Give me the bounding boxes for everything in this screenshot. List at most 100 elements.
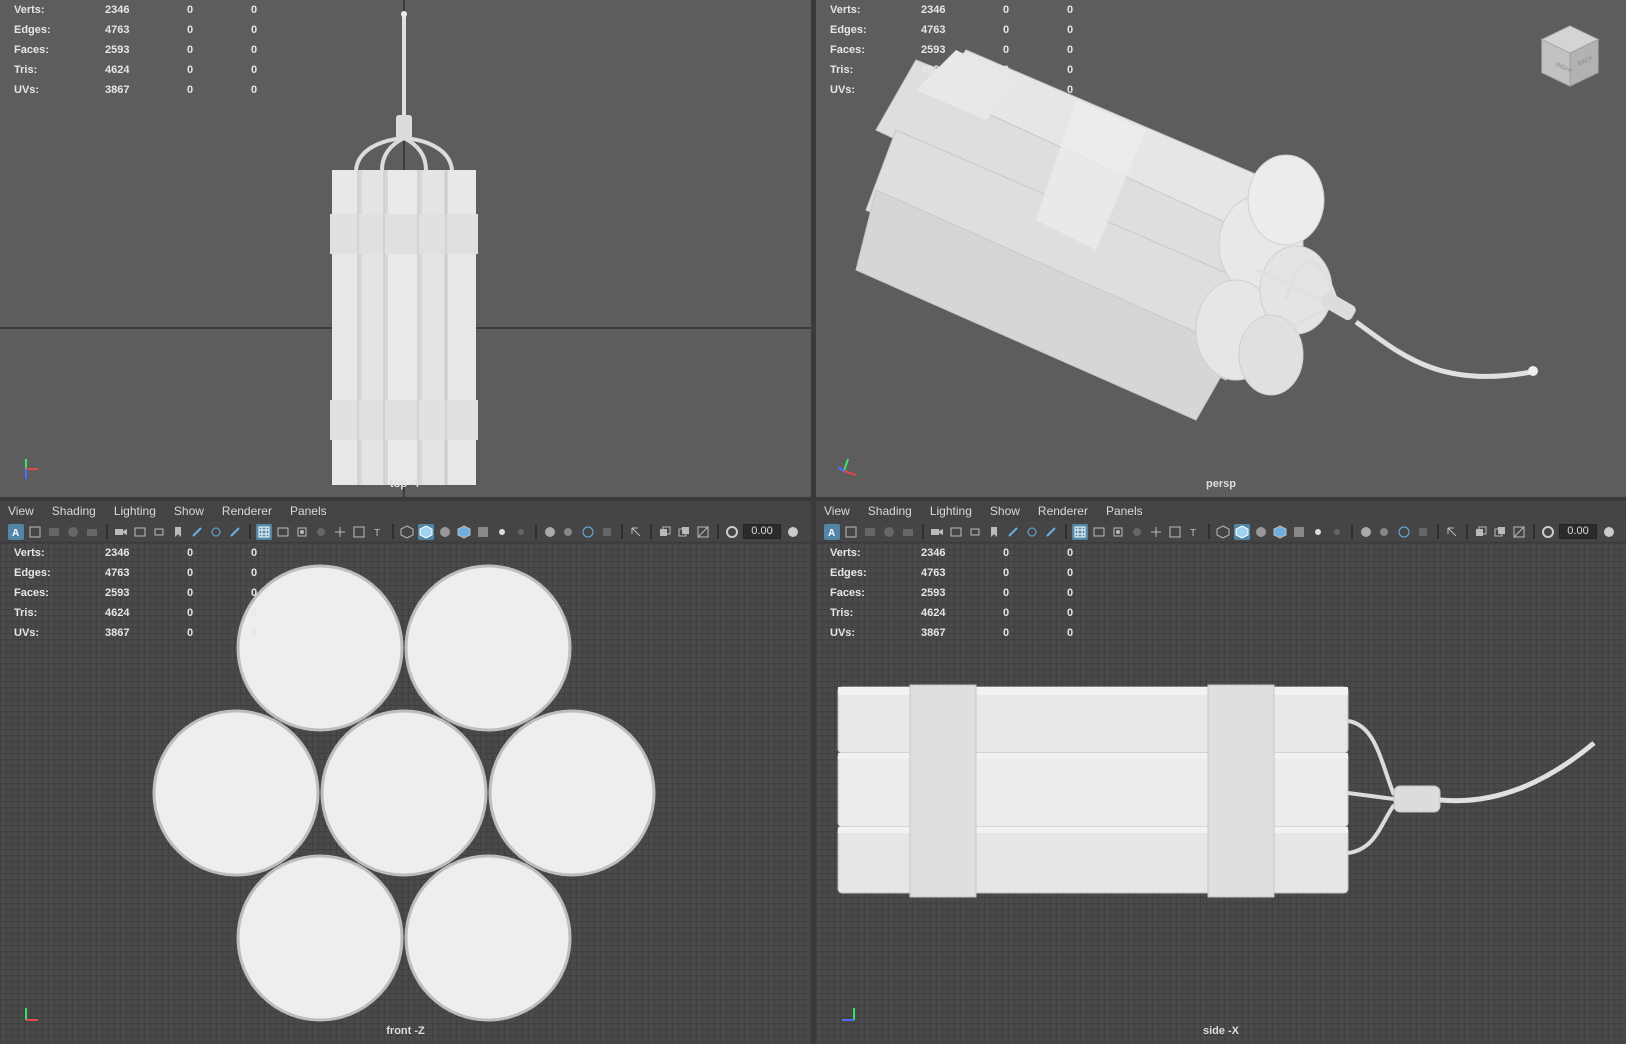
- exposure-icon[interactable]: [724, 524, 740, 540]
- text-overlay-icon[interactable]: T: [370, 524, 386, 540]
- image-plane-icon[interactable]: [881, 524, 897, 540]
- field-chart-icon[interactable]: [275, 524, 291, 540]
- motion-blur-icon[interactable]: [561, 524, 577, 540]
- xray-joints-icon[interactable]: [676, 524, 692, 540]
- menu-renderer[interactable]: Renderer: [222, 504, 272, 518]
- exposure-icon[interactable]: [1540, 524, 1556, 540]
- bookmark-icon[interactable]: [170, 524, 186, 540]
- frame-all-icon[interactable]: [351, 524, 367, 540]
- two-d-pan-icon[interactable]: [900, 524, 916, 540]
- menu-view[interactable]: View: [824, 504, 850, 518]
- safe-action-icon[interactable]: [1024, 524, 1040, 540]
- menu-lighting[interactable]: Lighting: [930, 504, 972, 518]
- menu-show[interactable]: Show: [990, 504, 1020, 518]
- grease-pencil-icon[interactable]: [189, 524, 205, 540]
- film-gate-icon[interactable]: [132, 524, 148, 540]
- panel-menubar-front: View Shading Lighting Show Renderer Pane…: [0, 501, 811, 521]
- lighting-icon[interactable]: [494, 524, 510, 540]
- wireframe-icon[interactable]: [399, 524, 415, 540]
- isolate-select-icon[interactable]: [628, 524, 644, 540]
- shadows-icon[interactable]: [1329, 524, 1345, 540]
- gate-mask-icon[interactable]: [313, 524, 329, 540]
- pen-icon[interactable]: [1043, 524, 1059, 540]
- textured-icon[interactable]: [1291, 524, 1307, 540]
- exposure-field[interactable]: 0.00: [1559, 524, 1597, 539]
- view-cube[interactable]: RIGHT BACK: [1536, 20, 1604, 92]
- menu-panels[interactable]: Panels: [1106, 504, 1143, 518]
- viewport-persp-canvas[interactable]: Verts: 2346 0 0 Edges: 4763 0 0 Faces: 2593 0 0 T…: [816, 0, 1626, 497]
- xray-icon[interactable]: [657, 524, 673, 540]
- depth-of-field-icon[interactable]: [599, 524, 615, 540]
- lighting-icon[interactable]: [1310, 524, 1326, 540]
- camera-attributes-icon[interactable]: [113, 524, 129, 540]
- image-plane-icon[interactable]: [65, 524, 81, 540]
- gate-mask-icon[interactable]: [1129, 524, 1145, 540]
- gamma-icon[interactable]: [785, 524, 801, 540]
- viewport-top[interactable]: Verts: 2346 0 0 Edges: 4763 0 0 Faces: 2593 0 0 T…: [0, 0, 811, 497]
- menu-shading[interactable]: Shading: [52, 504, 96, 518]
- menu-shading[interactable]: Shading: [868, 504, 912, 518]
- default-material-icon[interactable]: [437, 524, 453, 540]
- lock-camera-icon[interactable]: [27, 524, 43, 540]
- select-camera-icon[interactable]: A: [8, 523, 24, 540]
- wireframe-on-shaded-icon[interactable]: [1272, 524, 1288, 540]
- isolate-select-icon[interactable]: [1444, 524, 1460, 540]
- backface-culling-icon[interactable]: [695, 524, 711, 540]
- anti-aliasing-icon[interactable]: [580, 524, 596, 540]
- bookmarks-icon[interactable]: [862, 524, 878, 540]
- safe-title-icon[interactable]: [294, 524, 310, 540]
- bookmarks-icon[interactable]: [46, 524, 62, 540]
- pen-icon[interactable]: [227, 524, 243, 540]
- menu-view[interactable]: View: [8, 504, 34, 518]
- viewport-side-canvas[interactable]: Verts: 2346 0 0 Edges: 4763 0 0 Faces: 2593 0 0 T…: [816, 543, 1626, 1044]
- two-d-pan-icon[interactable]: [84, 524, 100, 540]
- frame-all-icon[interactable]: [1167, 524, 1183, 540]
- grid-toggle-icon[interactable]: [1072, 523, 1088, 540]
- menu-panels[interactable]: Panels: [290, 504, 327, 518]
- viewport-front-canvas[interactable]: Verts: 2346 0 0 Edges: 4763 0 0 Faces: 2593 0 0 T…: [0, 543, 811, 1044]
- motion-blur-icon[interactable]: [1377, 524, 1393, 540]
- film-gate-icon[interactable]: [948, 524, 964, 540]
- exposure-field[interactable]: 0.00: [743, 524, 781, 539]
- select-camera-icon[interactable]: A: [824, 523, 840, 540]
- shadows-icon[interactable]: [513, 524, 529, 540]
- safe-action-icon[interactable]: [208, 524, 224, 540]
- text-overlay-icon[interactable]: T: [1186, 524, 1202, 540]
- wireframe-icon[interactable]: [1215, 524, 1231, 540]
- menu-lighting[interactable]: Lighting: [114, 504, 156, 518]
- grease-pencil-icon[interactable]: [1005, 524, 1021, 540]
- toolbar-separator: [535, 524, 537, 539]
- xray-joints-icon[interactable]: [1492, 524, 1508, 540]
- pan-zoom-icon[interactable]: [1148, 524, 1164, 540]
- field-chart-icon[interactable]: [1091, 524, 1107, 540]
- viewport-front[interactable]: View Shading Lighting Show Renderer Pane…: [0, 501, 811, 1044]
- viewport-splitter-horizontal[interactable]: [0, 497, 1626, 501]
- bookmark-icon[interactable]: [986, 524, 1002, 540]
- screen-space-ao-icon[interactable]: [542, 524, 558, 540]
- screen-space-ao-icon[interactable]: [1358, 524, 1374, 540]
- grid-toggle-icon[interactable]: [256, 523, 272, 540]
- resolution-gate-icon[interactable]: [967, 524, 983, 540]
- lock-camera-icon[interactable]: [843, 524, 859, 540]
- viewport-splitter-vertical[interactable]: [811, 0, 816, 1044]
- menu-show[interactable]: Show: [174, 504, 204, 518]
- menu-renderer[interactable]: Renderer: [1038, 504, 1088, 518]
- smooth-shade-icon[interactable]: [418, 523, 434, 540]
- toolbar-separator: [106, 524, 108, 539]
- anti-aliasing-icon[interactable]: [1396, 524, 1412, 540]
- safe-title-icon[interactable]: [1110, 524, 1126, 540]
- xray-icon[interactable]: [1473, 524, 1489, 540]
- gamma-icon[interactable]: [1601, 524, 1617, 540]
- camera-attributes-icon[interactable]: [929, 524, 945, 540]
- viewport-persp[interactable]: Verts: 2346 0 0 Edges: 4763 0 0 Faces: 2593 0 0 T…: [816, 0, 1626, 497]
- viewport-top-canvas[interactable]: Verts: 2346 0 0 Edges: 4763 0 0 Faces: 2593 0 0 T…: [0, 0, 811, 497]
- depth-of-field-icon[interactable]: [1415, 524, 1431, 540]
- backface-culling-icon[interactable]: [1511, 524, 1527, 540]
- default-material-icon[interactable]: [1253, 524, 1269, 540]
- resolution-gate-icon[interactable]: [151, 524, 167, 540]
- smooth-shade-icon[interactable]: [1234, 523, 1250, 540]
- viewport-side[interactable]: View Shading Lighting Show Renderer Pane…: [816, 501, 1626, 1044]
- textured-icon[interactable]: [475, 524, 491, 540]
- pan-zoom-icon[interactable]: [332, 524, 348, 540]
- wireframe-on-shaded-icon[interactable]: [456, 524, 472, 540]
